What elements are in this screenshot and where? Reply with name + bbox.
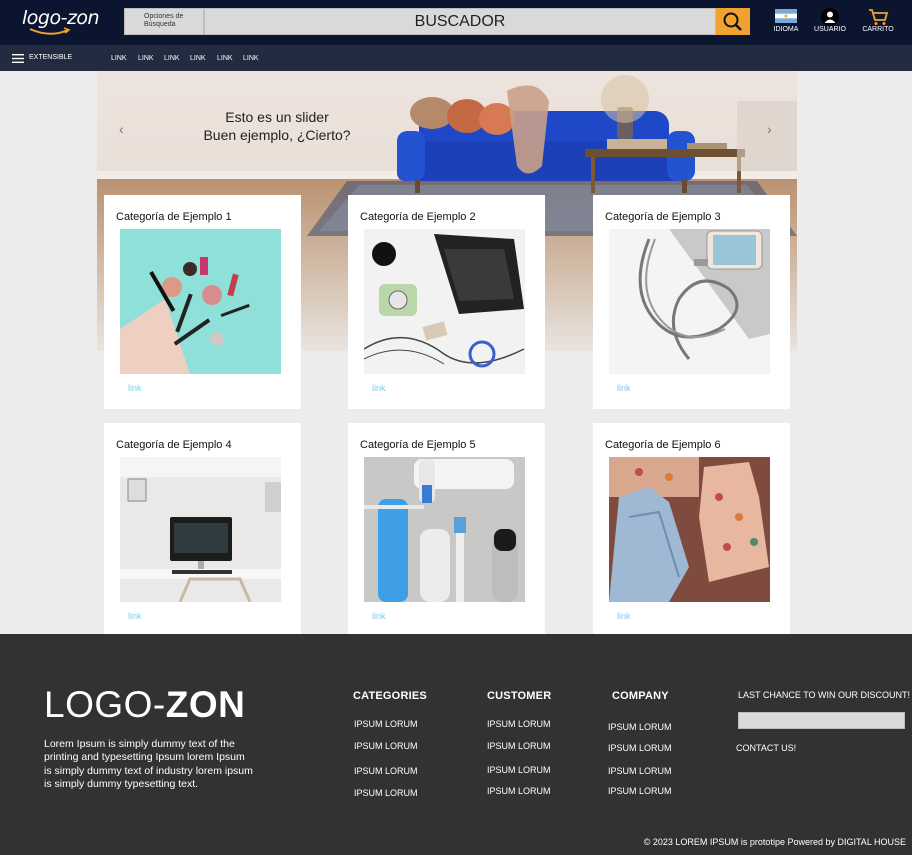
footer-link[interactable]: IPSUM LORUM — [608, 786, 672, 796]
toiletries-image — [364, 457, 525, 602]
user-icon — [821, 8, 839, 26]
footer-link[interactable]: IPSUM LORUM — [354, 719, 418, 729]
category-link[interactable]: link — [617, 611, 631, 621]
category-link[interactable]: link — [372, 383, 386, 393]
discount-title: LAST CHANCE TO WIN OUR DISCOUNT! — [738, 690, 911, 700]
slider-next-arrow[interactable]: › — [767, 121, 772, 137]
nav-link[interactable]: LINK — [243, 55, 259, 62]
footer-link[interactable]: IPSUM LORUM — [608, 743, 672, 753]
search-button[interactable] — [716, 8, 750, 35]
nav-link[interactable]: LINK — [217, 55, 233, 62]
category-card[interactable]: Categoría de Ejemplo 4 link — [104, 423, 301, 634]
nav-link[interactable]: LINK — [190, 55, 206, 62]
category-link[interactable]: link — [617, 383, 631, 393]
top-bar: logo-zon Opciones de Búsqueda BUSCADOR I… — [0, 0, 912, 45]
category-title: Categoría de Ejemplo 4 — [116, 439, 232, 451]
copyright-text: © 2023 LOREM IPSUM is prototipe Powered … — [643, 837, 906, 847]
cart-button[interactable]: CARRITO — [860, 8, 896, 33]
category-card[interactable]: Categoría de Ejemplo 3 link — [593, 195, 790, 409]
user-button[interactable]: USUARIO — [812, 8, 848, 33]
phone-charging-cable-image — [609, 229, 770, 374]
search-input[interactable]: BUSCADOR — [204, 8, 716, 35]
category-link[interactable]: link — [372, 611, 386, 621]
category-title: Categoría de Ejemplo 1 — [116, 211, 232, 223]
nav-link[interactable]: LINK — [111, 55, 127, 62]
user-label: USUARIO — [814, 26, 846, 33]
slider-line-2: Buen ejemplo, ¿Cierto? — [203, 127, 351, 143]
footer-link[interactable]: IPSUM LORUM — [608, 766, 672, 776]
footer-link[interactable]: IPSUM LORUM — [487, 786, 551, 796]
category-card[interactable]: Categoría de Ejemplo 1 link — [104, 195, 301, 409]
footer-logo-bold: ZON — [165, 684, 246, 725]
menu-label[interactable]: EXTENSIBLE — [29, 54, 72, 61]
hamburger-menu-icon[interactable] — [12, 54, 24, 63]
slider-caption: Esto es un slider Buen ejemplo, ¿Cierto? — [177, 108, 377, 144]
category-title: Categoría de Ejemplo 5 — [360, 439, 476, 451]
footer-heading-company: COMPANY — [612, 690, 669, 702]
search-icon — [723, 12, 742, 31]
category-link[interactable]: link — [128, 383, 142, 393]
category-card[interactable]: Categoría de Ejemplo 5 link — [348, 423, 545, 634]
slider-prev-arrow[interactable]: ‹ — [119, 121, 124, 137]
cart-label: CARRITO — [862, 26, 894, 33]
laptop-camera-desk-image — [364, 229, 525, 374]
footer-logo-light: LOGO- — [44, 684, 166, 725]
slider-line-1: Esto es un slider — [225, 109, 329, 125]
footer: LOGO-ZON Lorem Ipsum is simply dummy tex… — [0, 634, 912, 855]
nav-link[interactable]: LINK — [164, 55, 180, 62]
footer-link[interactable]: IPSUM LORUM — [354, 788, 418, 798]
footer-description: Lorem Ipsum is simply dummy text of the … — [44, 738, 253, 790]
category-title: Categoría de Ejemplo 3 — [605, 211, 721, 223]
computer-desk-image — [120, 457, 281, 602]
footer-heading-categories: CATEGORIES — [353, 690, 427, 702]
flag-icon — [775, 9, 797, 23]
makeup-products-image — [120, 229, 281, 374]
cart-icon — [869, 9, 889, 25]
footer-link[interactable]: IPSUM LORUM — [354, 741, 418, 751]
floral-dresses-image — [609, 457, 770, 602]
footer-logo: LOGO-ZON — [44, 684, 245, 726]
nav-bar: EXTENSIBLE LINK LINK LINK LINK LINK LINK — [0, 45, 912, 71]
language-button[interactable]: IDIOMA — [768, 8, 804, 33]
footer-link[interactable]: IPSUM LORUM — [487, 719, 551, 729]
category-card[interactable]: Categoría de Ejemplo 6 link — [593, 423, 790, 634]
contact-link[interactable]: CONTACT US! — [736, 743, 796, 753]
logo[interactable]: logo-zon — [22, 7, 100, 29]
search-options-dropdown[interactable]: Opciones de Búsqueda — [124, 8, 204, 35]
category-title: Categoría de Ejemplo 6 — [605, 439, 721, 451]
category-title: Categoría de Ejemplo 2 — [360, 211, 476, 223]
category-card[interactable]: Categoría de Ejemplo 2 link — [348, 195, 545, 409]
footer-link[interactable]: IPSUM LORUM — [354, 766, 418, 776]
footer-heading-customer: CUSTOMER — [487, 690, 552, 702]
footer-link[interactable]: IPSUM LORUM — [487, 765, 551, 775]
nav-link[interactable]: LINK — [138, 55, 154, 62]
discount-email-input[interactable] — [738, 712, 905, 729]
language-label: IDIOMA — [773, 26, 799, 33]
footer-link[interactable]: IPSUM LORUM — [608, 722, 672, 732]
footer-link[interactable]: IPSUM LORUM — [487, 741, 551, 751]
logo-smile-icon — [29, 27, 71, 35]
category-link[interactable]: link — [128, 611, 142, 621]
